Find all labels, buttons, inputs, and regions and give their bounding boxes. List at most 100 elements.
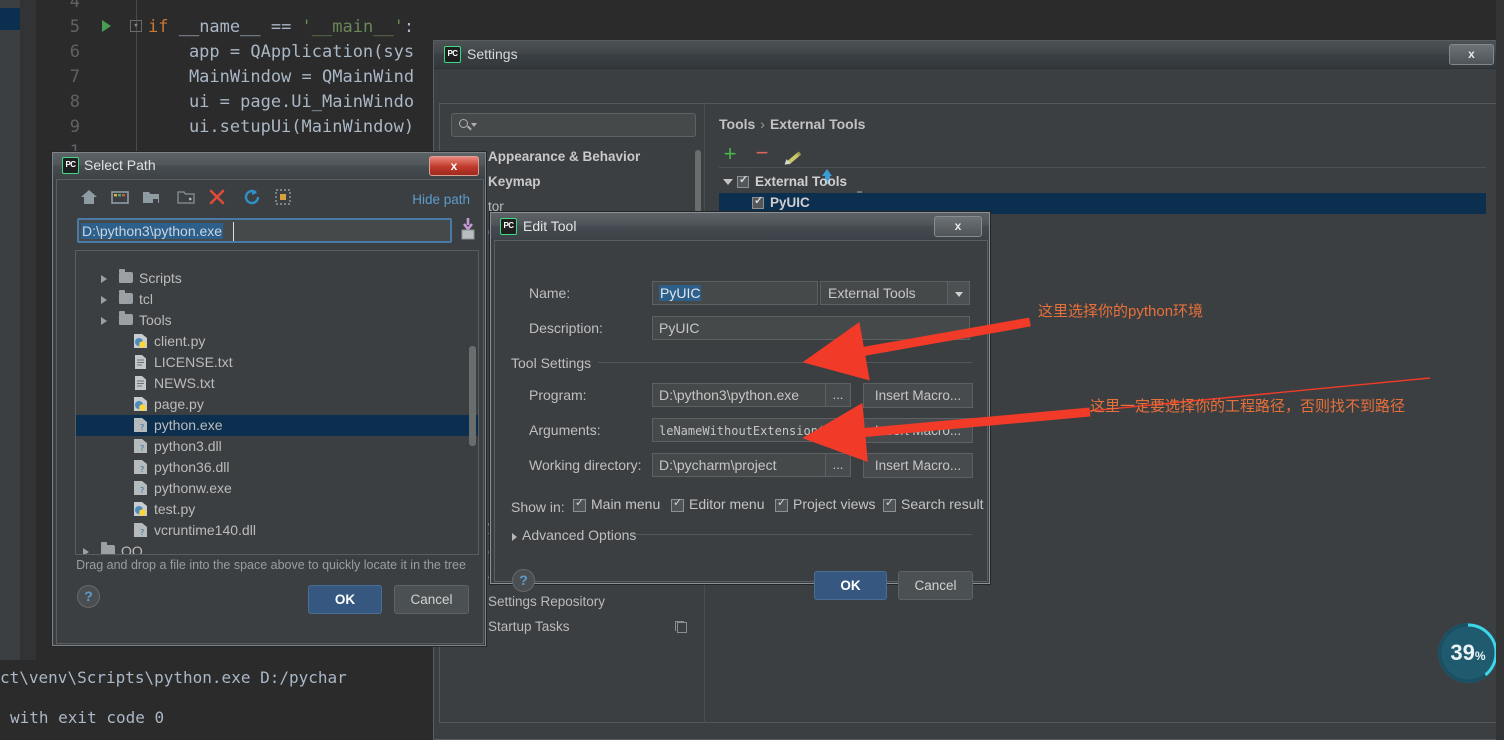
select-path-ok-button[interactable]: OK — [308, 585, 382, 614]
run-gutter-icon[interactable] — [102, 20, 111, 32]
hide-path-link[interactable]: Hide path — [412, 192, 470, 207]
edit-tool-close-button[interactable]: x — [934, 216, 982, 237]
file-row[interactable]: LICENSE.txt — [76, 352, 478, 373]
line-number: 7 — [69, 67, 80, 87]
file-row[interactable]: ? python.exe — [76, 415, 478, 436]
file-row[interactable]: NEWS.txt — [76, 373, 478, 394]
show-in-checkbox-main-menu[interactable] — [573, 496, 586, 512]
file-row[interactable]: ? vcruntime140.dll — [76, 520, 478, 541]
file-row[interactable]: client.py — [76, 331, 478, 352]
edit-tool-help-button[interactable]: ? — [512, 569, 535, 592]
select-path-titlebar[interactable]: PC Select Path x — [53, 153, 485, 179]
file-name: python.exe — [154, 417, 223, 433]
chevron-right-icon[interactable] — [512, 533, 517, 541]
edit-tool-titlebar[interactable]: PC Edit Tool x — [491, 213, 989, 240]
new-folder-icon[interactable] — [176, 187, 196, 207]
run-console: ct\venv\Scripts\python.exe D:/pychar wit… — [0, 660, 433, 740]
show-in-checkbox-search-result[interactable] — [883, 496, 896, 512]
path-input[interactable]: D:\python3\python.exe — [77, 218, 452, 243]
file-name: page.py — [154, 396, 204, 412]
file-name: pythonw.exe — [154, 480, 232, 496]
checkbox[interactable] — [752, 194, 764, 209]
arguments-insert-macro-button[interactable]: Insert Macro... — [863, 418, 973, 443]
select-path-close-button[interactable]: x — [429, 156, 479, 176]
description-input[interactable]: PyUIC — [652, 316, 970, 340]
chevron-down-icon[interactable] — [947, 282, 969, 304]
working-directory-input[interactable]: D:\pycharm\project — [652, 453, 830, 477]
select-path-cancel-button[interactable]: Cancel — [394, 585, 469, 614]
binary-file-icon: ? — [134, 460, 147, 474]
arguments-label: Arguments: — [529, 422, 601, 438]
settings-titlebar[interactable]: PC Settings x — [434, 41, 1503, 69]
advanced-options-label[interactable]: Advanced Options — [522, 527, 636, 543]
file-tree[interactable]: Scripts tcl Tools client.py LICENSE.txt NEWS.… — [75, 250, 479, 555]
working-directory-label: Working directory: — [529, 457, 642, 473]
group-select-value: External Tools — [828, 285, 916, 301]
advanced-divider — [632, 534, 972, 535]
checkbox[interactable] — [737, 173, 749, 188]
search-icon — [459, 119, 468, 128]
select-path-title-text: Select Path — [84, 157, 156, 173]
chevron-right-icon[interactable] — [101, 275, 107, 283]
breadcrumb-root[interactable]: Tools — [719, 116, 755, 132]
file-row[interactable]: Tools — [76, 310, 478, 331]
settings-search-input[interactable] — [451, 113, 696, 137]
chevron-right-icon[interactable] — [101, 296, 107, 304]
show-in-checkbox-editor-menu[interactable] — [671, 496, 684, 512]
edit-tool-cancel-button[interactable]: Cancel — [898, 571, 973, 600]
breadcrumb: Tools › External Tools — [719, 116, 865, 132]
file-tree-scrollbar[interactable] — [469, 346, 476, 446]
arguments-input[interactable]: leNameWithoutExtension$.py — [652, 418, 852, 442]
file-row[interactable]: Scripts — [76, 268, 478, 289]
add-tool-button[interactable]: + — [719, 143, 741, 166]
program-insert-macro-button[interactable]: Insert Macro... — [863, 383, 973, 408]
file-row[interactable]: tcl — [76, 289, 478, 310]
file-row[interactable]: QQ — [76, 541, 478, 554]
select-path-help-button[interactable]: ? — [77, 585, 100, 608]
chevron-down-icon[interactable] — [723, 179, 733, 185]
chevron-right-icon[interactable] — [83, 548, 89, 554]
description-label: Description: — [529, 320, 603, 336]
program-browse-button[interactable]: ... — [825, 383, 851, 407]
binary-file-icon: ? — [134, 439, 147, 453]
folder-icon[interactable] — [141, 187, 161, 207]
edit-tool-ok-button[interactable]: OK — [814, 571, 887, 600]
delete-icon[interactable] — [207, 187, 227, 207]
file-name: client.py — [154, 333, 206, 349]
working-directory-input-value: D:\pycharm\project — [659, 457, 777, 473]
tree-row-external-tools[interactable]: External Tools — [719, 172, 1486, 193]
svg-text:?: ? — [140, 528, 144, 537]
folder-icon — [119, 311, 133, 325]
program-input[interactable]: D:\python3\python.exe — [652, 383, 830, 407]
progress-badge[interactable]: 39% — [1438, 623, 1498, 683]
expand-icon[interactable] — [833, 424, 846, 437]
fold-icon[interactable]: ▾ — [130, 20, 142, 32]
group-select[interactable]: External Tools — [820, 281, 970, 305]
desktop-icon[interactable] — [110, 187, 130, 207]
line-number: 6 — [69, 42, 80, 62]
remove-tool-button[interactable]: − — [751, 142, 773, 166]
console-line-2: with exit code 0 — [10, 708, 165, 727]
chevron-right-icon[interactable] — [101, 317, 107, 325]
editor-marker-highlight — [0, 8, 20, 30]
file-row[interactable]: page.py — [76, 394, 478, 415]
name-input[interactable]: PyUIC — [652, 281, 818, 305]
folder-icon — [119, 269, 133, 283]
tree-row-pyuic[interactable]: PyUIC — [719, 193, 1486, 214]
file-name: NEWS.txt — [154, 375, 215, 391]
home-icon[interactable] — [79, 187, 99, 207]
text-file-icon — [135, 355, 146, 369]
edit-pencil-icon[interactable] — [783, 144, 805, 166]
show-in-checkbox-project-views[interactable] — [775, 496, 788, 512]
settings-close-button[interactable]: x — [1449, 44, 1494, 65]
annotation-project-path: 这里一定要选择你的工程路径，否则找不到路径 — [1090, 398, 1406, 415]
save-path-icon[interactable] — [459, 218, 477, 240]
working-directory-browse-button[interactable]: ... — [825, 453, 851, 477]
working-directory-insert-macro-button[interactable]: Insert Macro... — [863, 453, 973, 478]
file-row[interactable]: test.py — [76, 499, 478, 520]
file-row[interactable]: ? python36.dll — [76, 457, 478, 478]
file-row[interactable]: ? python3.dll — [76, 436, 478, 457]
file-row[interactable]: ? pythonw.exe — [76, 478, 478, 499]
show-hidden-icon[interactable] — [273, 187, 293, 207]
refresh-icon[interactable] — [242, 187, 262, 207]
